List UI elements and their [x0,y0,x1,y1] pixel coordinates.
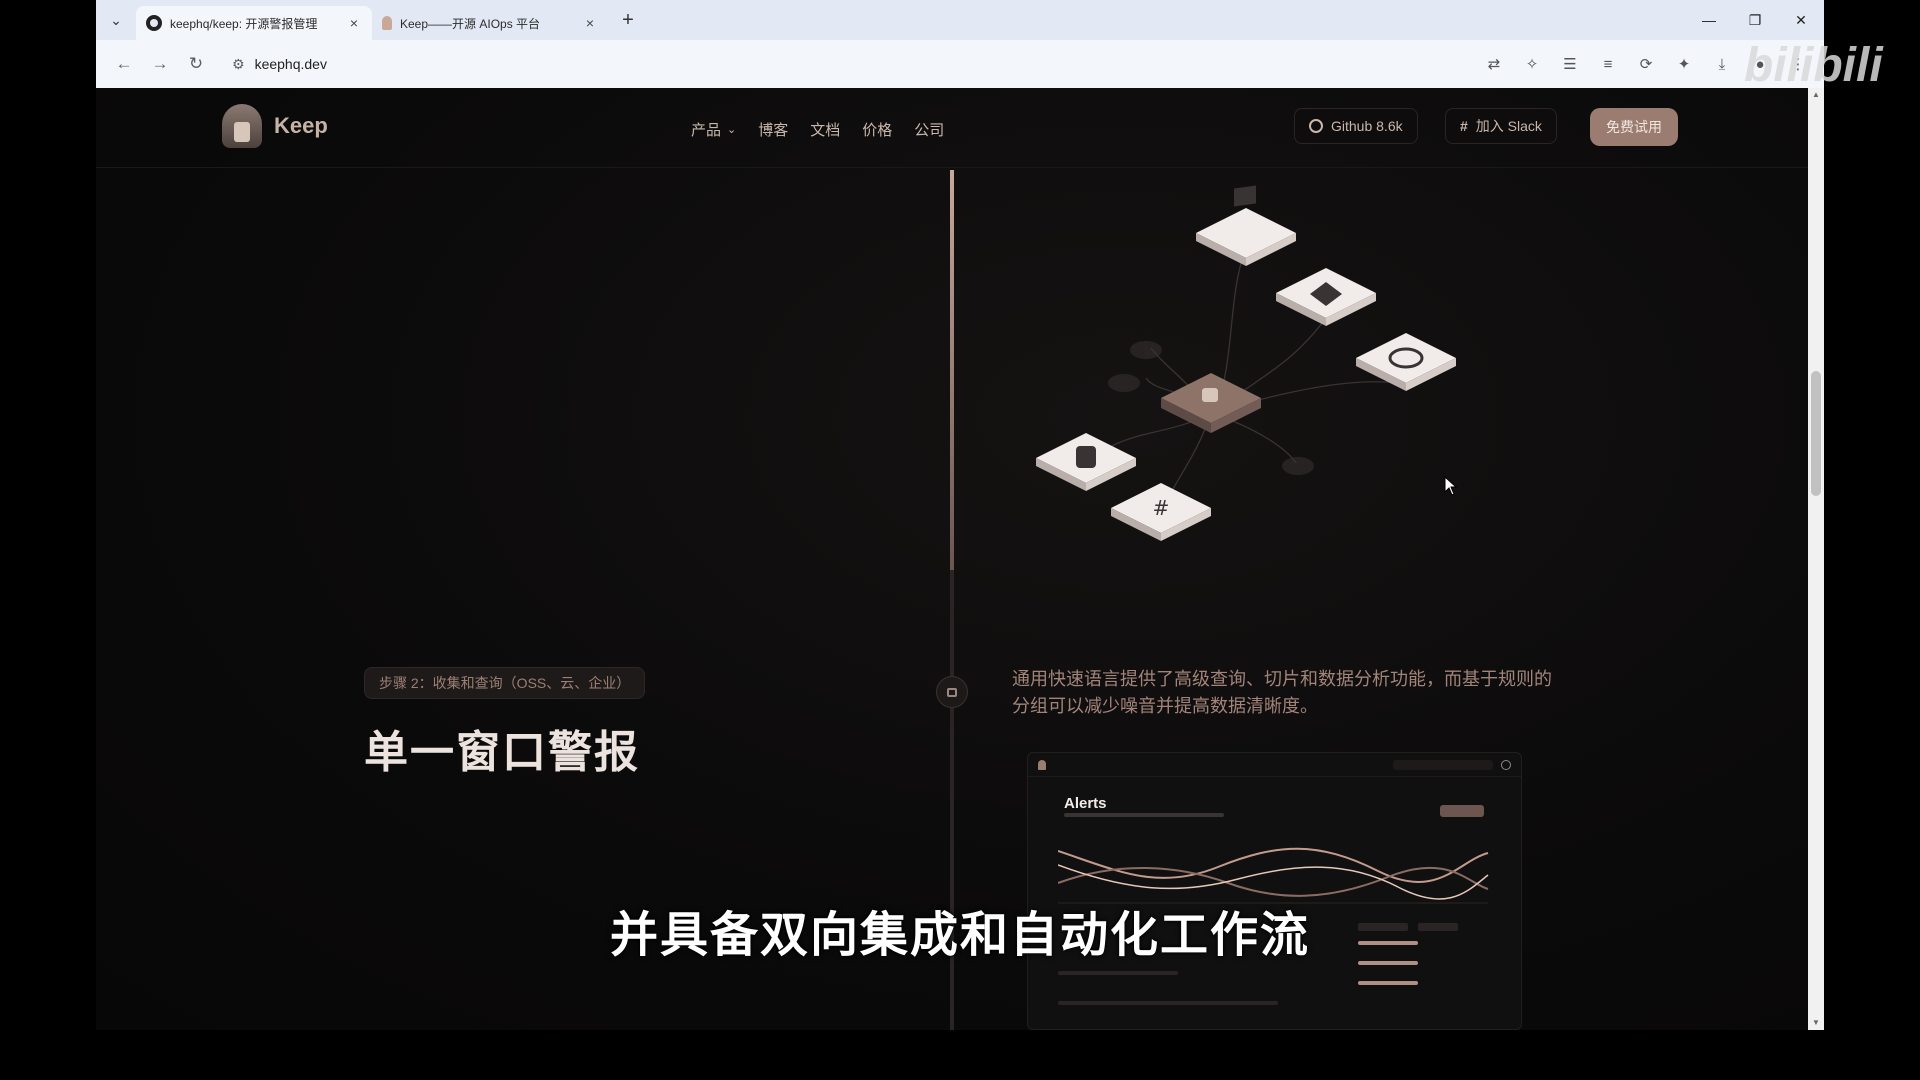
integrations-illustration: # [1036,185,1456,541]
main-nav: 产品 ⌄ 博客 文档 价格 公司 [691,119,944,140]
tab-search-button[interactable]: ⌄ [96,0,136,40]
nav-item-company[interactable]: 公司 [914,119,944,140]
timeline-progress [950,170,954,570]
tab-close-button[interactable]: × [346,15,362,31]
back-arrow-icon[interactable]: ← [106,46,142,82]
extension-icon[interactable]: ✧ [1514,46,1550,82]
step-badge: 步骤 2：收集和查询（OSS、云、企业） [364,667,646,699]
free-trial-button[interactable]: 免费试用 [1590,108,1678,146]
new-tab-button[interactable]: + [612,4,644,36]
video-subtitle: 并具备双向集成和自动化工作流 [609,909,1310,962]
tab-sync-icon[interactable]: ⟳ [1628,46,1664,82]
keep-favicon-icon [382,16,392,30]
github-button[interactable]: Github 8.6k [1294,108,1418,144]
github-label: Github 8.6k [1331,118,1403,134]
nav-label: 产品 [691,122,722,139]
chevron-down-icon: ⌄ [727,124,737,136]
avatar-icon [1501,759,1511,770]
timeline-node-icon [936,676,968,708]
forward-arrow-icon[interactable]: → [142,46,178,82]
browser-window: ⌄ keephq/keep: 开源警报管理 × Keep——开源 AIOps 平… [96,0,1824,1030]
dashboard-search [1393,759,1493,770]
dashboard-title: Alerts [1064,795,1107,812]
restore-icon[interactable]: ❐ [1732,0,1778,40]
download-icon[interactable]: ⤓ [1704,46,1740,82]
nav-item-pricing[interactable]: 价格 [862,119,892,140]
github-icon [1309,119,1323,133]
reload-icon[interactable]: ↻ [178,46,214,82]
dashboard-action-button [1440,805,1484,817]
svg-text:#: # [1153,496,1170,520]
bilibili-watermark: bilibili [1744,39,1883,92]
logo-text: Keep [274,113,328,138]
keep-logo[interactable]: Keep [222,104,328,148]
slack-button[interactable]: # 加入 Slack [1445,108,1557,144]
window-controls: — ❐ ✕ [1686,0,1824,40]
reading-list-icon[interactable]: ☰ [1552,46,1588,82]
scroll-thumb[interactable] [1811,371,1821,496]
sidebar-icon[interactable]: ≡ [1590,46,1626,82]
section-heading: 单一窗口警报 [364,728,640,777]
tab-keep-site[interactable]: Keep——开源 AIOps 平台 × [372,6,608,40]
site-header: Keep 产品 ⌄ 博客 文档 价格 公司 Github 8.6k # 加入 Sl… [96,88,1808,168]
slack-tile-icon: # [1111,483,1211,541]
scroll-down-icon[interactable]: ▼ [1808,1016,1824,1030]
section-description: 通用快速语言提供了高级查询、切片和数据分析功能，而基于规则的分组可以减少噪音并提… [1012,669,1552,716]
mouse-cursor-icon [1444,476,1458,496]
address-bar[interactable]: ⚙ keephq.dev [222,46,1422,82]
keep-logo-icon [1038,759,1046,770]
dashboard-subtitle [1064,813,1224,817]
tab-title: keephq/keep: 开源警报管理 [170,16,318,31]
datadog-tile-icon [1196,185,1296,266]
puzzle-icon[interactable]: ✦ [1666,46,1702,82]
tab-keephq-github[interactable]: keephq/keep: 开源警报管理 × [136,6,372,40]
tab-title: Keep——开源 AIOps 平台 [400,16,541,31]
keep-logo-icon [222,104,262,148]
slack-icon: # [1460,118,1468,134]
nav-item-products[interactable]: 产品 ⌄ [691,119,736,140]
page-scrollbar[interactable]: ▲ ▼ [1808,88,1824,1030]
nav-item-docs[interactable]: 文档 [810,119,840,140]
browser-toolbar: ← → ↻ ⚙ keephq.dev ⇄ ✧ ☰ ≡ ⟳ ✦ ⤓ ● ⋮ [96,40,1824,88]
github-icon [146,15,162,31]
nav-item-blog[interactable]: 博客 [758,119,788,140]
minimize-icon[interactable]: — [1686,0,1732,40]
address-text: keephq.dev [254,56,327,72]
slack-label: 加入 Slack [1475,118,1542,134]
translate-icon[interactable]: ⇄ [1476,46,1512,82]
site-settings-icon[interactable]: ⚙ [232,56,245,73]
bell-tile-icon [1276,268,1376,326]
tab-close-button[interactable]: × [582,15,598,31]
tab-bar: ⌄ keephq/keep: 开源警报管理 × Keep——开源 AIOps 平… [96,0,1824,40]
keep-center-tile-icon [1161,373,1261,433]
alerts-dashboard-preview: Alerts [1027,752,1522,1030]
dashboard-topbar [1028,753,1521,777]
close-window-icon[interactable]: ✕ [1778,0,1824,40]
web-page: Keep 产品 ⌄ 博客 文档 价格 公司 Github 8.6k # 加入 Sl… [96,88,1808,1030]
